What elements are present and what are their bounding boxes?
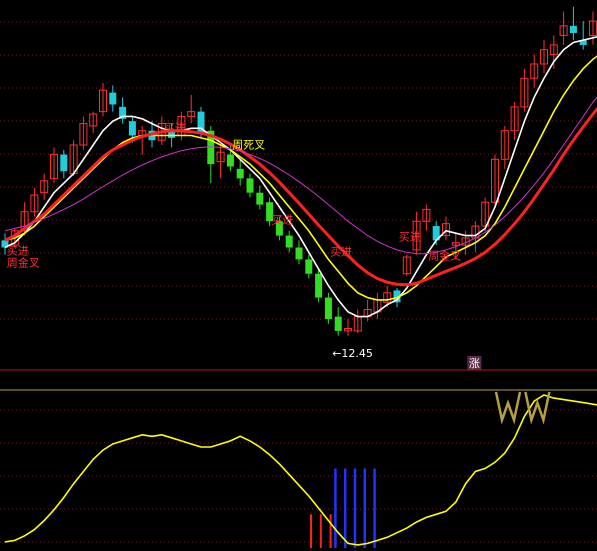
- candle-body: [569, 25, 577, 33]
- candle-body: [334, 316, 342, 331]
- candle-body: [315, 273, 323, 298]
- signal-label: 周金叉: [428, 248, 461, 262]
- indicator-line: [4, 394, 597, 546]
- candle-body: [109, 92, 117, 105]
- signal-label: 周死叉: [232, 138, 265, 151]
- signal-label: 周金叉: [7, 256, 40, 270]
- ma-line-white: [4, 35, 597, 318]
- signal-label: 买进: [271, 214, 293, 227]
- candle-body: [305, 259, 313, 274]
- rise-badge-label: 涨: [469, 357, 480, 370]
- candle-body: [128, 121, 136, 136]
- candle-body: [236, 168, 244, 179]
- candle-body: [295, 247, 303, 260]
- signal-label: 买进: [330, 246, 352, 259]
- signal-label: 买进: [399, 230, 421, 243]
- indicator-panel: [4, 391, 597, 548]
- candle-body: [256, 192, 264, 205]
- signal-label: 买进: [164, 122, 186, 135]
- candle-body: [60, 154, 68, 172]
- candle-body: [285, 235, 293, 248]
- low-price-label: ←12.45: [332, 347, 373, 360]
- candle-body: [246, 178, 254, 193]
- w-marker: [494, 391, 522, 425]
- candlestick-panel: 买进周金叉买进周死叉买进买进买进周金叉←12.45涨: [1, 6, 597, 370]
- kline-chart-canvas: 买进周金叉买进周死叉买进买进买进周金叉←12.45涨: [0, 6, 597, 548]
- candle-body: [324, 297, 332, 320]
- ma-line-yellow: [4, 55, 597, 301]
- candle-body: [226, 154, 234, 167]
